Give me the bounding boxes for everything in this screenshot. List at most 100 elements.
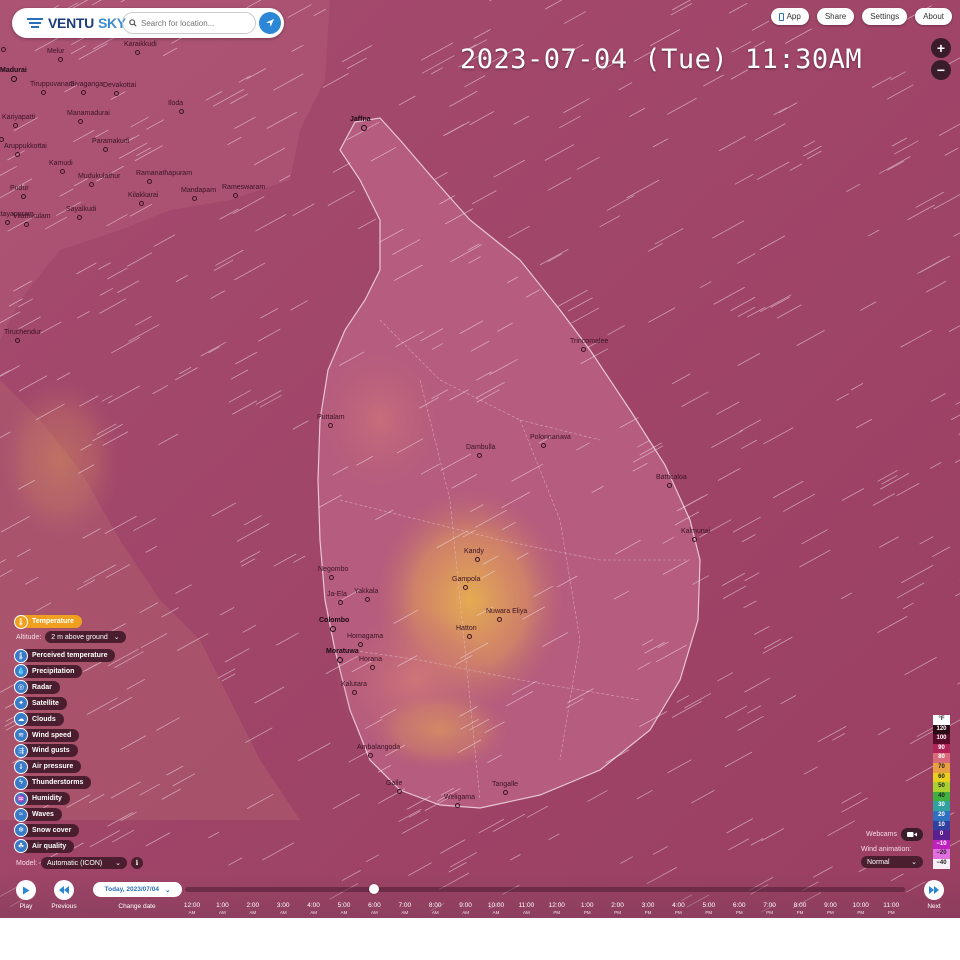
city-label[interactable]: Puttalam [317, 414, 345, 421]
search-box[interactable] [122, 12, 256, 34]
timeline-tick[interactable]: 1:00 AM [207, 902, 237, 916]
city-label[interactable]: Kalutara [341, 681, 367, 688]
layer-clouds[interactable]: ☁ Clouds [14, 712, 64, 727]
city-label[interactable]: Nuwara Eliya [486, 608, 527, 615]
zoom-out-button[interactable]: − [931, 60, 951, 80]
layer-humidity[interactable]: ♒ Humidity [14, 791, 70, 806]
city-label[interactable]: Jaffna [350, 116, 371, 123]
timeline-tick[interactable]: 4:00 PM [663, 902, 693, 916]
city-label[interactable]: Kariyapatti [2, 114, 35, 121]
city-label[interactable]: Tangalle [492, 781, 518, 788]
timeline-tick[interactable]: 5:00 PM [694, 902, 724, 916]
next-button[interactable] [924, 880, 944, 900]
date-select[interactable]: Today, 2023/07/04 ⌄ [93, 882, 182, 897]
previous-button[interactable] [54, 880, 74, 900]
timeline-tick[interactable]: 3:00 AM [268, 902, 298, 916]
timeline-tick[interactable]: 10:00 PM [846, 902, 876, 916]
timeline-tick[interactable]: 8:00 AM [420, 902, 450, 916]
timeline-tick[interactable]: 9:00 PM [815, 902, 845, 916]
altitude-select[interactable]: 2 m above ground ⌄ [45, 631, 126, 643]
city-label[interactable]: Trincomalee [570, 338, 608, 345]
city-label[interactable]: Kalmunai [681, 528, 710, 535]
layer-temperature[interactable]: 🌡 Temperature [14, 614, 82, 629]
model-select[interactable]: Automatic (ICON) ⌄ [41, 857, 128, 869]
city-label[interactable]: Dambulla [466, 444, 496, 451]
city-label[interactable]: Gampola [452, 576, 480, 583]
city-label[interactable]: Sayalkudi [66, 206, 96, 213]
city-label[interactable]: Manamadurai [67, 110, 110, 117]
zoom-in-button[interactable]: + [931, 38, 951, 58]
timeline-tick[interactable]: 6:00 PM [724, 902, 754, 916]
timeline-tick[interactable]: 10:00 AM [481, 902, 511, 916]
layer-precipitation[interactable]: 💧 Precipitation [14, 664, 83, 679]
timeline-tick[interactable]: 6:00 AM [359, 902, 389, 916]
timeline-tick[interactable]: 12:00 AM [177, 902, 207, 916]
app-button[interactable]: App [770, 8, 809, 25]
weather-map[interactable]: Jaffna Trincomalee Puttalam Polonnaruwa Damb… [0, 0, 960, 918]
webcams-button[interactable] [901, 828, 923, 841]
city-label[interactable]: Iloda [168, 100, 183, 107]
timeline-track[interactable] [185, 887, 905, 892]
settings-button[interactable]: Settings [862, 8, 908, 25]
timeline-tick[interactable]: 11:00 AM [511, 902, 541, 916]
layer-snow-cover[interactable]: ❄ Snow cover [14, 823, 80, 838]
city-label[interactable]: Moratuwa [326, 648, 359, 655]
city-label[interactable]: Weligama [444, 794, 475, 801]
timeline-tick[interactable]: 2:00 AM [238, 902, 268, 916]
timeline-tick[interactable]: 8:00 PM [785, 902, 815, 916]
city-label[interactable]: Hatton [456, 625, 477, 632]
city-label[interactable]: Melur [47, 48, 65, 55]
city-label[interactable]: Kandy [464, 548, 484, 555]
city-label[interactable]: Madurai [0, 67, 27, 74]
locate-button[interactable] [259, 12, 281, 34]
city-label[interactable]: Tiruchendur [4, 329, 41, 336]
layer-perceived-temperature[interactable]: 🌡 Perceived temperature [14, 648, 116, 663]
city-label[interactable]: Aruppukkottai [4, 143, 47, 150]
city-label[interactable]: Mudukulathur [78, 173, 120, 180]
city-label[interactable]: Mandapam [181, 187, 216, 194]
city-label[interactable]: Pudur [10, 185, 29, 192]
city-label[interactable]: Ettayapuram [0, 211, 34, 218]
wind-animation-select[interactable]: Normal ⌄ [861, 856, 923, 868]
timeline-tick[interactable]: 7:00 PM [755, 902, 785, 916]
model-info-button[interactable]: ℹ [131, 857, 144, 869]
timeline-tick[interactable]: 9:00 AM [451, 902, 481, 916]
city-label[interactable]: Rameswaram [222, 184, 265, 191]
layer-radar[interactable]: ◎ Radar [14, 680, 60, 695]
timeline-tick[interactable]: 12:00 PM [542, 902, 572, 916]
timeline-tick[interactable]: 4:00 AM [299, 902, 329, 916]
city-label[interactable]: Homagama [347, 633, 383, 640]
layer-air-pressure[interactable]: ⇓ Air pressure [14, 759, 82, 774]
city-label[interactable]: Kamudi [49, 160, 73, 167]
timeline-tick[interactable]: 1:00 PM [572, 902, 602, 916]
city-label[interactable]: Horana [359, 656, 382, 663]
timeline-tick[interactable]: 3:00 PM [633, 902, 663, 916]
layer-air-quality[interactable]: ☘ Air quality [14, 839, 75, 854]
city-label[interactable]: Paramakudi [92, 138, 129, 145]
city-label[interactable]: Yakkala [354, 588, 378, 595]
timeline-tick[interactable]: 5:00 AM [329, 902, 359, 916]
city-label[interactable]: Ambalangoda [357, 744, 400, 751]
layer-wind-speed[interactable]: ≋ Wind speed [14, 728, 80, 742]
timeline-tick[interactable]: 7:00 AM [390, 902, 420, 916]
layer-satellite[interactable]: ✦ Satellite [14, 696, 67, 711]
city-label[interactable]: Batticaloa [656, 474, 687, 481]
city-label[interactable]: Negombo [318, 566, 348, 573]
city-label[interactable]: Devakottai [103, 82, 136, 89]
ventusky-logo[interactable]: VENTU SKY [26, 15, 126, 31]
share-button[interactable]: Share [816, 8, 855, 25]
about-button[interactable]: About [915, 8, 952, 25]
city-label[interactable]: Sivaganga [70, 81, 103, 88]
layer-waves[interactable]: ≈ Waves [14, 807, 62, 822]
city-label[interactable]: Kilakkarai [128, 192, 158, 199]
city-label[interactable]: Galle [386, 780, 402, 787]
layer-wind-gusts[interactable]: ⇶ Wind gusts [14, 743, 78, 758]
timeline-tick[interactable]: 2:00 PM [603, 902, 633, 916]
city-label[interactable]: Ja-Ela [327, 591, 347, 598]
city-label[interactable]: Ramanathapuram [136, 170, 192, 177]
city-label[interactable]: Karaikkudi [124, 41, 157, 48]
timeline-tick[interactable]: 11:00 PM [876, 902, 906, 916]
search-input[interactable] [141, 18, 251, 28]
city-label[interactable]: Tiruppuvanam [30, 81, 75, 88]
city-label[interactable]: Polonnaruwa [530, 434, 571, 441]
